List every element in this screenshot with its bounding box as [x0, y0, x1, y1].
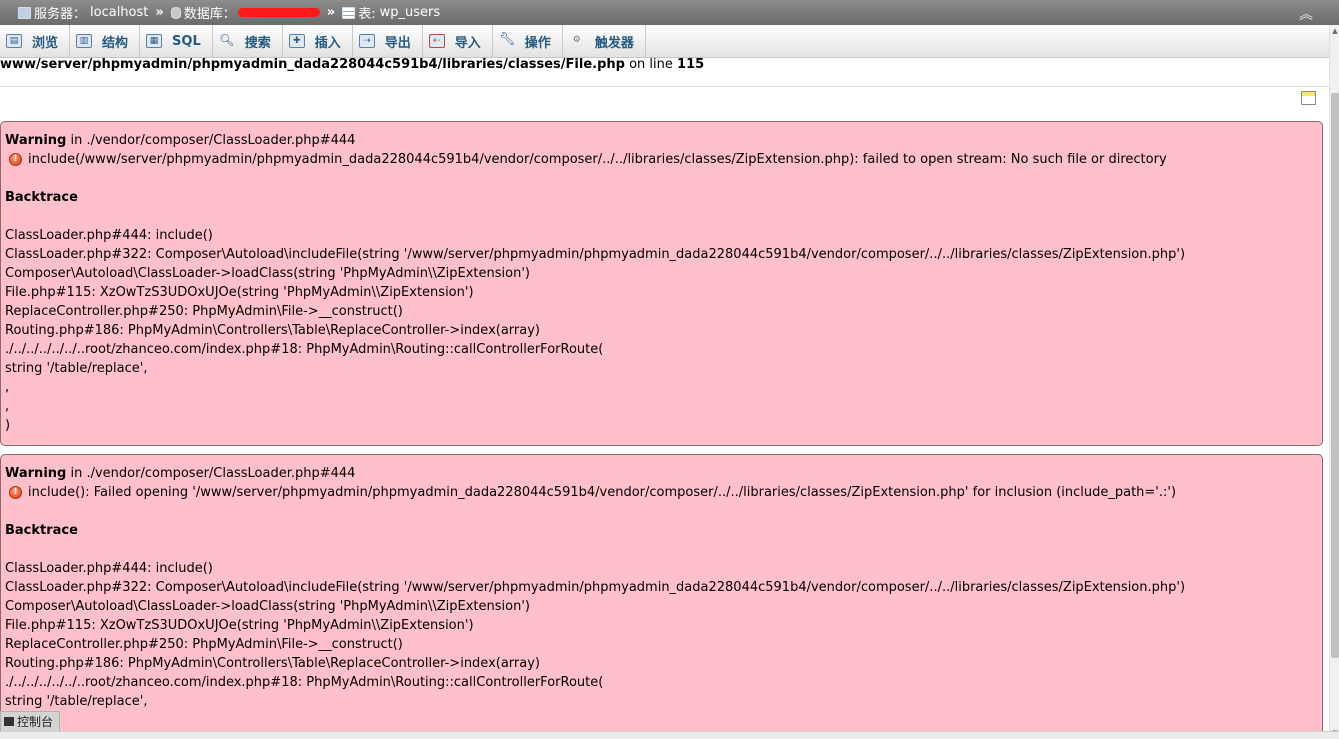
backtrace-line: ,	[5, 399, 10, 414]
console-label: 控制台	[17, 715, 54, 729]
backtrace-line: Routing.php#186: PhpMyAdmin\Controllers\…	[5, 323, 540, 338]
console-icon	[4, 717, 14, 726]
table-tabs: ▤ 浏览 ▥ 结构 ▦ SQL 🔍︎ 搜索 ✚ 插入 ⇢ 导出 ⇠ 导入 🔧︎ …	[0, 25, 1329, 58]
tab-export[interactable]: ⇢ 导出	[353, 25, 423, 57]
database-label: 数据库：	[183, 7, 236, 22]
backtrace-line: ,	[5, 380, 10, 395]
server-label: 服务器：	[34, 7, 87, 22]
warning-box: Warning in ./vendor/composer/ClassLoader…	[0, 454, 1323, 739]
tab-triggers[interactable]: ⚙ 触发器	[563, 25, 646, 57]
tab-label: 导出	[384, 35, 411, 51]
insert-icon: ✚	[288, 34, 305, 48]
tab-label: 浏览	[32, 35, 59, 51]
tab-label: 搜索	[244, 35, 271, 51]
breadcrumb-separator: »	[326, 5, 336, 20]
backtrace-line: Composer\Autoload\ClassLoader->loadClass…	[5, 599, 530, 614]
warning-message-text: include(): Failed opening '/www/server/p…	[28, 485, 1177, 500]
scroll-up-icon[interactable]: ▲	[1331, 27, 1339, 35]
table-label: 表:	[358, 7, 376, 22]
notes-icon[interactable]	[1301, 91, 1316, 105]
server-icon	[18, 6, 31, 19]
breadcrumb: 服务器： localhost » 数据库： » 表: wp_users ︽	[0, 0, 1339, 25]
warning-label: Warning	[5, 466, 67, 481]
tab-browse[interactable]: ▤ 浏览	[0, 25, 71, 57]
backtrace-line: ClassLoader.php#444: include()	[5, 561, 213, 576]
backtrace-line: ClassLoader.php#322: Composer\Autoload\i…	[5, 247, 1186, 262]
console-toggle[interactable]: 控制台	[0, 711, 60, 731]
scrollbar-thumb[interactable]	[1331, 93, 1339, 658]
database-icon	[170, 6, 181, 19]
triggers-icon: ⚙	[572, 35, 581, 45]
tab-structure[interactable]: ▥ 结构	[70, 25, 141, 57]
error-icon: !	[9, 486, 22, 499]
warning-message-text: include(/www/server/phpmyadmin/phpmyadmi…	[28, 152, 1167, 167]
tab-label: 结构	[102, 35, 129, 51]
tab-label: 触发器	[594, 35, 634, 51]
tab-search[interactable]: 🔍︎ 搜索	[213, 25, 283, 57]
breadcrumb-server[interactable]: 服务器： localhost	[18, 3, 148, 22]
warning-header: Warning in ./vendor/composer/ClassLoader…	[5, 464, 1318, 483]
export-icon: ⇢	[358, 34, 375, 48]
breadcrumb-database[interactable]: 数据库：	[170, 3, 320, 22]
backtrace-line: ./../../../../../..root/zhanceo.com/inde…	[5, 342, 604, 357]
backtrace-line: Composer\Autoload\ClassLoader->loadClass…	[5, 266, 530, 281]
warning-box: Warning in ./vendor/composer/ClassLoader…	[0, 121, 1323, 446]
backtrace-line: Routing.php#186: PhpMyAdmin\Controllers\…	[5, 656, 540, 671]
error-file-path: www/server/phpmyadmin/phpmyadmin_dada228…	[0, 58, 625, 72]
backtrace-line: )	[5, 418, 11, 433]
table-icon	[342, 6, 356, 19]
server-value: localhost	[90, 5, 149, 20]
import-icon: ⇠	[428, 34, 445, 48]
table-value: wp_users	[379, 5, 441, 20]
tab-label: 插入	[314, 35, 341, 51]
backtrace-line: File.php#115: XzOwTzS3UDOxUJOe(string 'P…	[5, 618, 474, 633]
error-on-line-text: on line	[629, 58, 673, 72]
backtrace-line: ReplaceController.php#250: PhpMyAdmin\Fi…	[5, 637, 403, 652]
backtrace-line: File.php#115: XzOwTzS3UDOxUJOe(string 'P…	[5, 285, 474, 300]
vertical-scrollbar[interactable]: ▲ ▼	[1329, 25, 1339, 739]
error-icon: !	[9, 153, 22, 166]
wrench-icon: 🔧︎	[498, 32, 516, 47]
breadcrumb-table[interactable]: 表: wp_users	[342, 3, 440, 22]
warning-message: ! include(): Failed opening '/www/server…	[5, 483, 1318, 502]
warning-header: Warning in ./vendor/composer/ClassLoader…	[5, 131, 1318, 150]
tab-operations[interactable]: 🔧︎ 操作	[493, 25, 563, 57]
tab-label: 导入	[454, 35, 481, 51]
backtrace-line: ./../../../../../..root/zhanceo.com/inde…	[5, 675, 604, 690]
warning-location: in ./vendor/composer/ClassLoader.php#444	[70, 133, 356, 148]
redacted-database-name	[237, 8, 320, 17]
backtrace-line: ClassLoader.php#444: include()	[5, 228, 213, 243]
collapse-icon[interactable]: ︽	[1299, 4, 1313, 24]
backtrace-line: ReplaceController.php#250: PhpMyAdmin\Fi…	[5, 304, 403, 319]
search-icon: 🔍︎	[219, 33, 235, 47]
error-line-number: 115	[677, 58, 705, 72]
breadcrumb-separator: »	[155, 5, 164, 20]
tab-import[interactable]: ⇠ 导入	[423, 25, 493, 57]
sql-icon: ▦	[146, 34, 163, 48]
tab-label: SQL	[172, 33, 201, 49]
error-path-line: www/server/phpmyadmin/phpmyadmin_dada228…	[0, 58, 1329, 87]
structure-icon: ▥	[76, 34, 93, 48]
warning-message: ! include(/www/server/phpmyadmin/phpmyad…	[5, 150, 1318, 169]
tab-label: 操作	[524, 35, 551, 51]
tab-sql[interactable]: ▦ SQL	[140, 25, 213, 57]
backtrace-label: Backtrace	[5, 190, 78, 205]
backtrace-line: ClassLoader.php#322: Composer\Autoload\i…	[5, 580, 1186, 595]
warning-label: Warning	[5, 133, 67, 148]
backtrace-line: string '/table/replace',	[5, 694, 148, 709]
backtrace-label: Backtrace	[5, 523, 78, 538]
browse-icon: ▤	[6, 34, 22, 48]
status-strip	[0, 731, 1339, 739]
tab-insert[interactable]: ✚ 插入	[283, 25, 353, 57]
backtrace-line: string '/table/replace',	[5, 361, 148, 376]
warning-location: in ./vendor/composer/ClassLoader.php#444	[70, 466, 356, 481]
